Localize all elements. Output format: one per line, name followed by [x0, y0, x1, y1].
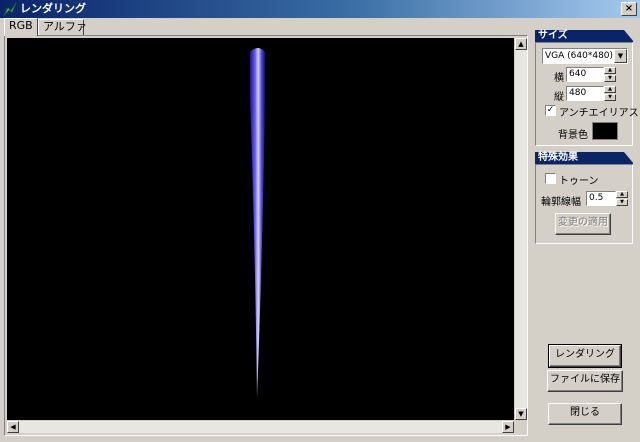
render-view-frame: ▲ ▼ ◀ ▶ — [4, 35, 528, 436]
render-viewport — [7, 38, 514, 420]
outline-width-label: 輪郭線幅 — [541, 197, 581, 208]
size-preset-value: VGA (640*480) — [545, 51, 614, 61]
width-spinner[interactable]: ▲ ▼ — [604, 67, 616, 82]
toon-checkbox[interactable] — [545, 173, 556, 184]
antialias-checkbox[interactable]: ✓ — [545, 105, 556, 116]
spin-up-icon[interactable]: ▲ — [616, 191, 628, 198]
save-to-file-button[interactable]: ファイルに保存 — [547, 370, 623, 392]
render-button[interactable]: レンダリング — [548, 344, 622, 368]
chevron-down-icon[interactable]: ▼ — [614, 49, 627, 63]
scroll-left-button[interactable]: ◀ — [7, 421, 19, 433]
spin-down-icon[interactable]: ▼ — [616, 199, 628, 206]
spin-down-icon[interactable]: ▼ — [604, 94, 616, 101]
tab-rgb[interactable]: RGB — [4, 18, 38, 36]
size-group-header: サイズ — [535, 30, 634, 42]
scroll-down-button[interactable]: ▼ — [515, 408, 527, 420]
title-bar: レンダリング × — [0, 0, 640, 18]
toon-label: トゥーン — [559, 176, 599, 187]
height-label: 縦 — [554, 92, 564, 103]
width-label: 横 — [554, 73, 564, 84]
effects-group-header: 特殊効果 — [535, 152, 634, 164]
background-color-swatch[interactable] — [592, 122, 618, 140]
scroll-up-button[interactable]: ▲ — [515, 38, 527, 50]
horizontal-scrollbar[interactable]: ◀ ▶ — [7, 421, 514, 433]
tab-alpha[interactable]: アルファ — [38, 19, 87, 35]
outline-width-spinner[interactable]: ▲ ▼ — [616, 191, 628, 206]
height-spinner[interactable]: ▲ ▼ — [604, 86, 616, 101]
width-input[interactable]: 640 — [566, 67, 604, 82]
scroll-right-button[interactable]: ▶ — [502, 421, 514, 433]
outline-width-input[interactable]: 0.5 — [586, 191, 616, 206]
height-input[interactable]: 480 — [566, 86, 604, 101]
window-title: レンダリング — [20, 2, 86, 15]
spin-up-icon[interactable]: ▲ — [604, 67, 616, 74]
scroll-corner — [515, 421, 527, 433]
background-color-label: 背景色 — [558, 130, 588, 141]
vertical-scrollbar[interactable]: ▲ ▼ — [515, 38, 527, 420]
app-icon — [3, 2, 17, 16]
rendered-object — [250, 48, 265, 398]
close-button[interactable]: 閉じる — [548, 403, 622, 425]
size-preset-select[interactable]: VGA (640*480) ▼ — [542, 48, 628, 64]
antialias-label: アンチエイリアス — [559, 108, 639, 119]
close-window-button[interactable]: × — [621, 2, 637, 16]
spin-up-icon[interactable]: ▲ — [604, 86, 616, 93]
apply-changes-button[interactable]: 変更の適用 — [555, 213, 611, 235]
spin-down-icon[interactable]: ▼ — [604, 75, 616, 82]
